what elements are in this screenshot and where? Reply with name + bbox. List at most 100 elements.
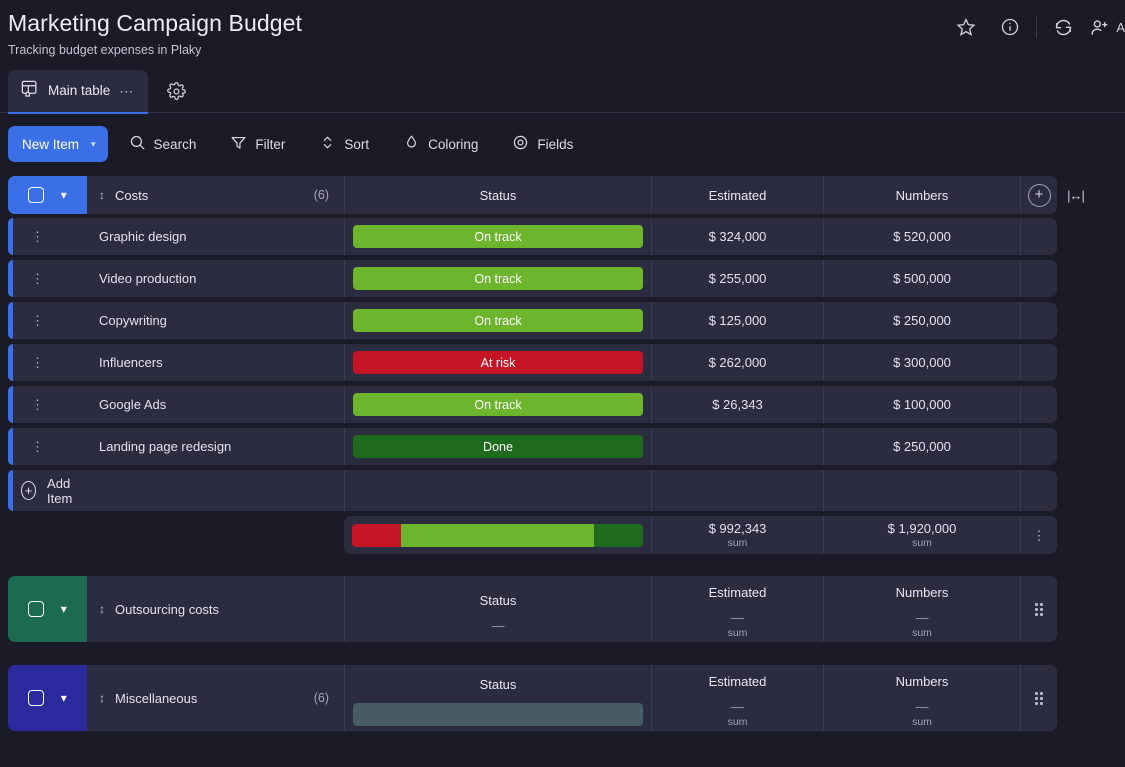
row-menu-icon[interactable]: ⋮ xyxy=(31,398,44,411)
group-header-row[interactable]: ▾ ↕ Outsourcing costs Status — Estimated — sum N… xyxy=(8,576,1125,642)
gear-icon[interactable] xyxy=(158,73,194,109)
new-item-button[interactable]: New Item ▾ xyxy=(8,126,108,162)
header-column-numbers[interactable]: Numbers xyxy=(823,176,1020,214)
row-estimated-cell[interactable]: $ 324,000 xyxy=(651,218,823,255)
status-placeholder-bar[interactable] xyxy=(353,702,643,726)
table-row[interactable]: ⋮ Landing page redesign Done $ 250,000 xyxy=(8,428,1125,465)
table-row[interactable]: ⋮ Graphic design On track $ 324,000 $ 520,00… xyxy=(8,218,1125,255)
status-badge[interactable]: On track xyxy=(353,225,643,248)
header-add-column-cell[interactable]: + xyxy=(1020,176,1057,214)
group-estimated-cell[interactable]: Estimated — sum xyxy=(651,665,823,731)
group-drag-cell[interactable] xyxy=(1020,576,1057,642)
header-select-cell[interactable]: ▾ xyxy=(8,176,87,214)
row-select-cell[interactable]: ⋮ xyxy=(8,260,87,297)
row-name-cell[interactable]: Landing page redesign xyxy=(87,428,344,465)
row-select-cell[interactable]: ⋮ xyxy=(8,302,87,339)
row-numbers-cell[interactable]: $ 100,000 xyxy=(823,386,1020,423)
group-checkbox[interactable] xyxy=(28,690,45,706)
chevron-down-icon[interactable]: ▾ xyxy=(91,139,96,150)
column-resize-handle[interactable]: |↔| xyxy=(1057,176,1094,214)
header-column-status[interactable]: Status xyxy=(344,176,651,214)
row-numbers-cell[interactable]: $ 300,000 xyxy=(823,344,1020,381)
drag-sort-icon[interactable]: ↕ xyxy=(99,603,105,615)
table-row[interactable]: ⋮ Copywriting On track $ 125,000 $ 250,000 xyxy=(8,302,1125,339)
row-select-cell[interactable]: ⋮ xyxy=(8,344,87,381)
add-column-button[interactable]: + xyxy=(1027,183,1051,207)
group-estimated-cell[interactable]: Estimated — sum xyxy=(651,576,823,642)
drag-grip-icon[interactable] xyxy=(1035,691,1043,705)
row-name-cell[interactable]: Influencers xyxy=(87,344,344,381)
row-estimated-cell[interactable]: $ 255,000 xyxy=(651,260,823,297)
status-badge[interactable]: At risk xyxy=(353,351,643,374)
row-name-cell[interactable]: Video production xyxy=(87,260,344,297)
row-select-cell[interactable]: ⋮ xyxy=(8,428,87,465)
row-status-cell[interactable]: On track xyxy=(344,386,651,423)
group-name-cell[interactable]: ↕ Miscellaneous (6) xyxy=(87,665,344,731)
group-checkbox[interactable] xyxy=(28,601,45,617)
row-status-cell[interactable]: Done xyxy=(344,428,651,465)
status-badge[interactable]: On track xyxy=(353,309,643,332)
group-status-cell[interactable]: Status xyxy=(344,665,651,731)
summary-numbers-cell[interactable]: $ 1,920,000 sum xyxy=(823,516,1020,554)
filter-button[interactable]: Filter xyxy=(217,127,298,161)
header-group-name-cell[interactable]: ↕ Costs (6) xyxy=(87,176,344,214)
drag-sort-icon[interactable]: ↕ xyxy=(99,189,105,201)
drag-sort-icon[interactable]: ↕ xyxy=(99,692,105,704)
header-column-estimated[interactable]: Estimated xyxy=(651,176,823,214)
row-name-cell[interactable]: Copywriting xyxy=(87,302,344,339)
group-name-cell[interactable]: ↕ Outsourcing costs xyxy=(87,576,344,642)
row-menu-icon[interactable]: ⋮ xyxy=(31,314,44,327)
group-numbers-cell[interactable]: Numbers — sum xyxy=(823,665,1020,731)
row-name-cell[interactable]: Graphic design xyxy=(87,218,344,255)
row-status-cell[interactable]: On track xyxy=(344,302,651,339)
sort-button[interactable]: Sort xyxy=(306,127,382,161)
row-menu-icon[interactable]: ⋮ xyxy=(31,440,44,453)
add-member-button[interactable]: A xyxy=(1085,17,1125,38)
table-row[interactable]: ⋮ Google Ads On track $ 26,343 $ 100,000 xyxy=(8,386,1125,423)
summary-estimated-cell[interactable]: $ 992,343 sum xyxy=(651,516,823,554)
add-item-row[interactable]: + Add Item xyxy=(8,470,1125,511)
plus-circle-icon[interactable]: + xyxy=(21,481,37,500)
row-estimated-cell[interactable]: $ 262,000 xyxy=(651,344,823,381)
group-expand-chevron-icon[interactable]: ▾ xyxy=(61,692,67,704)
select-all-checkbox[interactable] xyxy=(28,187,45,203)
row-menu-icon[interactable]: ⋮ xyxy=(31,272,44,285)
summary-status-cell[interactable] xyxy=(344,516,651,554)
info-icon[interactable] xyxy=(988,10,1032,44)
summary-menu-cell[interactable]: ⋮ xyxy=(1020,516,1057,554)
favorite-star-icon[interactable] xyxy=(944,10,988,44)
row-select-cell[interactable]: ⋮ xyxy=(8,386,87,423)
table-row[interactable]: ⋮ Video production On track $ 255,000 $ 500,… xyxy=(8,260,1125,297)
more-options-icon[interactable]: ⋮ xyxy=(1033,529,1046,542)
table-row[interactable]: ⋮ Influencers At risk $ 262,000 $ 300,000 xyxy=(8,344,1125,381)
row-status-cell[interactable]: On track xyxy=(344,218,651,255)
collapse-chevron-icon[interactable]: ▾ xyxy=(61,189,67,201)
tab-main-table[interactable]: Main table ⋯ xyxy=(8,69,149,114)
group-drag-cell[interactable] xyxy=(1020,665,1057,731)
row-numbers-cell[interactable]: $ 250,000 xyxy=(823,428,1020,465)
status-badge[interactable]: On track xyxy=(353,267,643,290)
row-menu-icon[interactable]: ⋮ xyxy=(31,356,44,369)
fields-button[interactable]: Fields xyxy=(499,127,586,161)
group-header-row[interactable]: ▾ ↕ Miscellaneous (6) Status Estimated — sum Num… xyxy=(8,665,1125,731)
row-numbers-cell[interactable]: $ 500,000 xyxy=(823,260,1020,297)
row-select-cell[interactable]: ⋮ xyxy=(8,218,87,255)
group-expand-chevron-icon[interactable]: ▾ xyxy=(61,603,67,615)
row-numbers-cell[interactable]: $ 250,000 xyxy=(823,302,1020,339)
row-menu-icon[interactable]: ⋮ xyxy=(31,230,44,243)
row-estimated-cell[interactable]: $ 26,343 xyxy=(651,386,823,423)
group-numbers-cell[interactable]: Numbers — sum xyxy=(823,576,1020,642)
activity-refresh-icon[interactable] xyxy=(1041,10,1085,44)
row-estimated-cell[interactable]: $ 125,000 xyxy=(651,302,823,339)
group-select-cell[interactable]: ▾ xyxy=(8,576,87,642)
drag-grip-icon[interactable] xyxy=(1035,602,1043,616)
row-name-cell[interactable]: Google Ads xyxy=(87,386,344,423)
group-select-cell[interactable]: ▾ xyxy=(8,665,87,731)
tab-more-icon[interactable]: ⋯ xyxy=(119,84,134,98)
status-badge[interactable]: On track xyxy=(353,393,643,416)
coloring-button[interactable]: Coloring xyxy=(390,127,491,161)
group-status-cell[interactable]: Status — xyxy=(344,576,651,642)
status-badge[interactable]: Done xyxy=(353,435,643,458)
search-button[interactable]: Search xyxy=(116,127,210,161)
row-numbers-cell[interactable]: $ 520,000 xyxy=(823,218,1020,255)
